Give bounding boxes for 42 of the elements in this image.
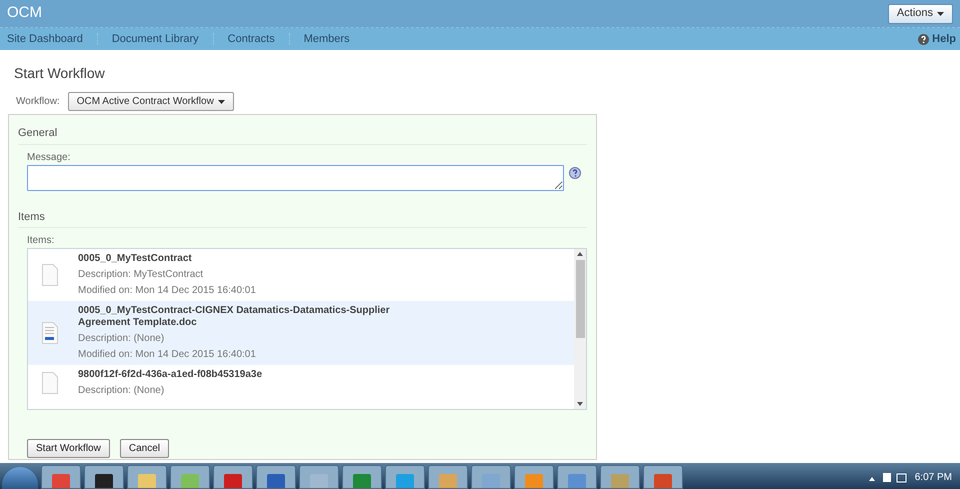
document-icon xyxy=(42,322,58,344)
site-title: OCM xyxy=(7,3,42,24)
help-icon xyxy=(569,166,581,178)
item-name: 9800f12f-6f2d-436a-a1ed-f08b45319a3e xyxy=(78,369,264,381)
message-field[interactable] xyxy=(27,164,564,190)
section-heading: General xyxy=(18,125,587,144)
actions-button[interactable]: Actions xyxy=(888,4,953,24)
item-name: 0005_0_MyTestContract xyxy=(78,253,193,265)
workflow-dropdown[interactable]: OCM Active Contract Workflow xyxy=(68,92,234,111)
nav-link[interactable]: Members xyxy=(304,30,350,48)
tray-icons-drawing xyxy=(868,471,909,483)
caret-icon xyxy=(218,100,225,104)
items-label: Items: xyxy=(27,234,56,248)
taskbar-app-icon[interactable] xyxy=(127,465,167,489)
nav-link[interactable]: Document Library xyxy=(112,30,199,48)
form-button[interactable]: Cancel xyxy=(120,439,169,458)
nav-link[interactable]: Contracts xyxy=(228,30,275,48)
item-description: Description: (None) xyxy=(78,385,166,397)
caret-icon xyxy=(937,12,944,16)
item-row[interactable]: 0005_0_MyTestContract-CIGNEX Datamatics-Datamatics-Supplier Agreement Template.doc Description: (None) Modified on: Mon 14 Dec 2015 16:40:01 xyxy=(28,301,574,365)
page-title: Start Workflow xyxy=(14,65,106,82)
file-icon xyxy=(42,372,58,394)
scroll-up-icon xyxy=(577,252,583,256)
workflow-label: Workflow: xyxy=(16,95,60,109)
scroll-thumb[interactable] xyxy=(576,260,584,338)
item-description: Description: (None) xyxy=(78,333,166,345)
message-label: Message: xyxy=(27,150,72,164)
item-modified-date: Modified on: Mon 14 Dec 2015 16:40:01 xyxy=(78,285,257,297)
item-description: Description: MyTestContract xyxy=(78,269,204,281)
scrollbar[interactable] xyxy=(574,249,586,409)
help-link[interactable]: Help xyxy=(918,30,956,48)
file-icon xyxy=(42,264,58,286)
item-name: 0005_0_MyTestContract-CIGNEX Datamatics-Datamatics-Supplier Agreement Template.doc xyxy=(78,305,391,329)
form-button[interactable]: Start Workflow xyxy=(27,439,110,458)
help-icon xyxy=(918,34,930,44)
item-modified-date: Modified on: Mon 14 Dec 2015 16:40:01 xyxy=(78,349,257,361)
section-heading: Items xyxy=(18,208,587,228)
taskbar-app-icon[interactable] xyxy=(84,465,124,489)
start-button-icon[interactable] xyxy=(2,467,38,489)
scroll-down-icon xyxy=(577,402,583,406)
clock: 6:07 PM xyxy=(914,470,952,484)
nav-link[interactable]: Site Dashboard xyxy=(7,30,83,48)
